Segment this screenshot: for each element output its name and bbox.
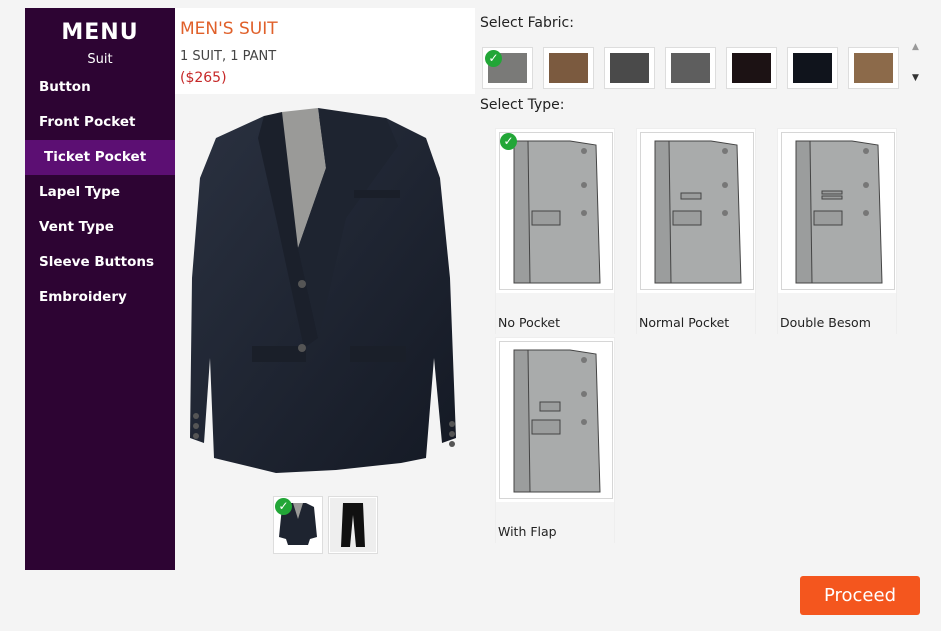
fabric-swatch[interactable] [787, 47, 838, 89]
jacket-preview-image [186, 98, 464, 488]
scroll-up-icon[interactable]: ▲ [912, 42, 919, 52]
fabric-swatch-fill [549, 53, 588, 83]
pocket-type-option-with-flap[interactable]: With Flap [495, 337, 615, 544]
menu-item-front-pocket[interactable]: Front Pocket [25, 105, 175, 140]
pocket-type-image [499, 132, 613, 290]
fabric-swatch-fill [671, 53, 710, 83]
fabric-scrollbar[interactable]: ▲ ▼ [908, 39, 926, 89]
fabric-swatch-fill [793, 53, 832, 83]
fabric-swatch-fill [610, 53, 649, 83]
menu-list: Button Front Pocket Ticket Pocket Lapel … [25, 70, 175, 315]
proceed-button[interactable]: Proceed [800, 576, 920, 615]
menu-item-ticket-pocket[interactable]: Ticket Pocket [25, 140, 175, 175]
menu-item-vent-type[interactable]: Vent Type [25, 210, 175, 245]
menu-subtitle: Suit [87, 52, 113, 67]
product-name: MEN'S SUIT [180, 19, 278, 39]
fabric-swatch[interactable]: ✓ [482, 47, 533, 89]
product-header: MEN'S SUIT 1 SUIT, 1 PANT ($265) [175, 8, 475, 94]
check-icon: ✓ [275, 498, 292, 515]
sidebar-menu: MENU Suit Button Front Pocket Ticket Poc… [25, 8, 175, 570]
menu-title: MENU [61, 20, 139, 45]
fabric-swatch[interactable] [543, 47, 594, 89]
pocket-type-image [640, 132, 754, 290]
menu-item-embroidery[interactable]: Embroidery [25, 280, 175, 315]
fabric-swatch-fill [732, 53, 771, 83]
jacket-view-thumbnail[interactable]: ✓ [273, 496, 323, 554]
check-icon: ✓ [500, 133, 517, 150]
fabric-swatch[interactable] [665, 47, 716, 89]
fabric-swatch-fill [854, 53, 893, 83]
pocket-type-option-normal-pocket[interactable]: Normal Pocket [636, 128, 756, 335]
fabric-swatch[interactable] [848, 47, 899, 89]
pocket-type-name: Normal Pocket [639, 315, 730, 330]
pocket-type-option-double-besom[interactable]: Double Besom [777, 128, 897, 335]
fabric-swatch[interactable] [604, 47, 655, 89]
fabric-swatch[interactable] [726, 47, 777, 89]
type-label: Select Type: [480, 97, 565, 113]
menu-item-lapel-type[interactable]: Lapel Type [25, 175, 175, 210]
product-description: 1 SUIT, 1 PANT [180, 49, 277, 64]
menu-item-button[interactable]: Button [25, 70, 175, 105]
pocket-type-image [781, 132, 895, 290]
check-icon: ✓ [485, 50, 502, 67]
fabric-label: Select Fabric: [480, 15, 574, 31]
pocket-type-option-no-pocket[interactable]: No Pocket ✓ [495, 128, 615, 335]
pocket-type-image [499, 341, 613, 499]
pocket-type-name: No Pocket [498, 315, 560, 330]
pant-view-thumbnail[interactable] [328, 496, 378, 554]
scroll-down-icon[interactable]: ▼ [912, 73, 919, 83]
product-price: ($265) [180, 70, 227, 86]
pocket-type-name: Double Besom [780, 315, 871, 330]
pocket-type-name: With Flap [498, 524, 557, 539]
menu-item-sleeve-buttons[interactable]: Sleeve Buttons [25, 245, 175, 280]
